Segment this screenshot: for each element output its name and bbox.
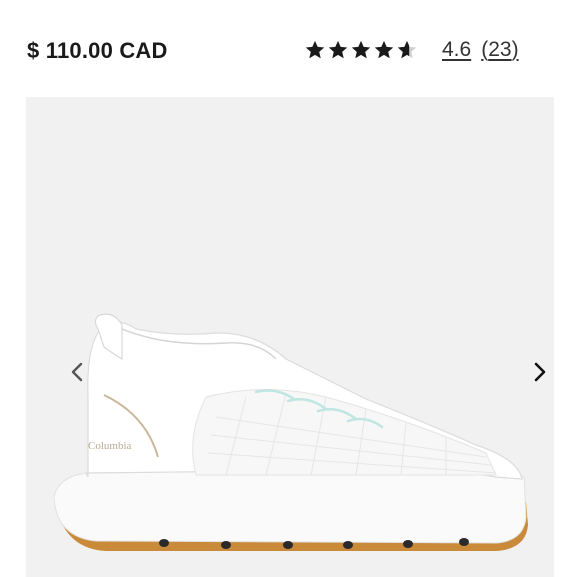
star-icon: [351, 40, 371, 59]
product-rating[interactable]: 4.6 (23): [304, 38, 519, 62]
review-count[interactable]: 23: [488, 38, 511, 61]
star-icon: [328, 40, 348, 59]
product-image-gallery[interactable]: Columbia: [26, 97, 554, 577]
star-icon: [374, 40, 394, 59]
rating-value[interactable]: 4.6: [442, 38, 471, 62]
product-price: $ 110.00 CAD: [27, 38, 168, 63]
chevron-left-icon: [71, 362, 83, 382]
chevron-right-icon: [534, 362, 546, 382]
star-icon: [397, 40, 417, 59]
review-count-link[interactable]: (23): [481, 38, 518, 62]
rating-stars: [304, 39, 418, 61]
gallery-next-button[interactable]: [527, 359, 553, 385]
gallery-prev-button[interactable]: [64, 359, 90, 385]
brand-logo-text: Columbia: [88, 440, 132, 452]
star-icon: [305, 40, 325, 59]
sneaker-image: Columbia: [53, 313, 528, 551]
